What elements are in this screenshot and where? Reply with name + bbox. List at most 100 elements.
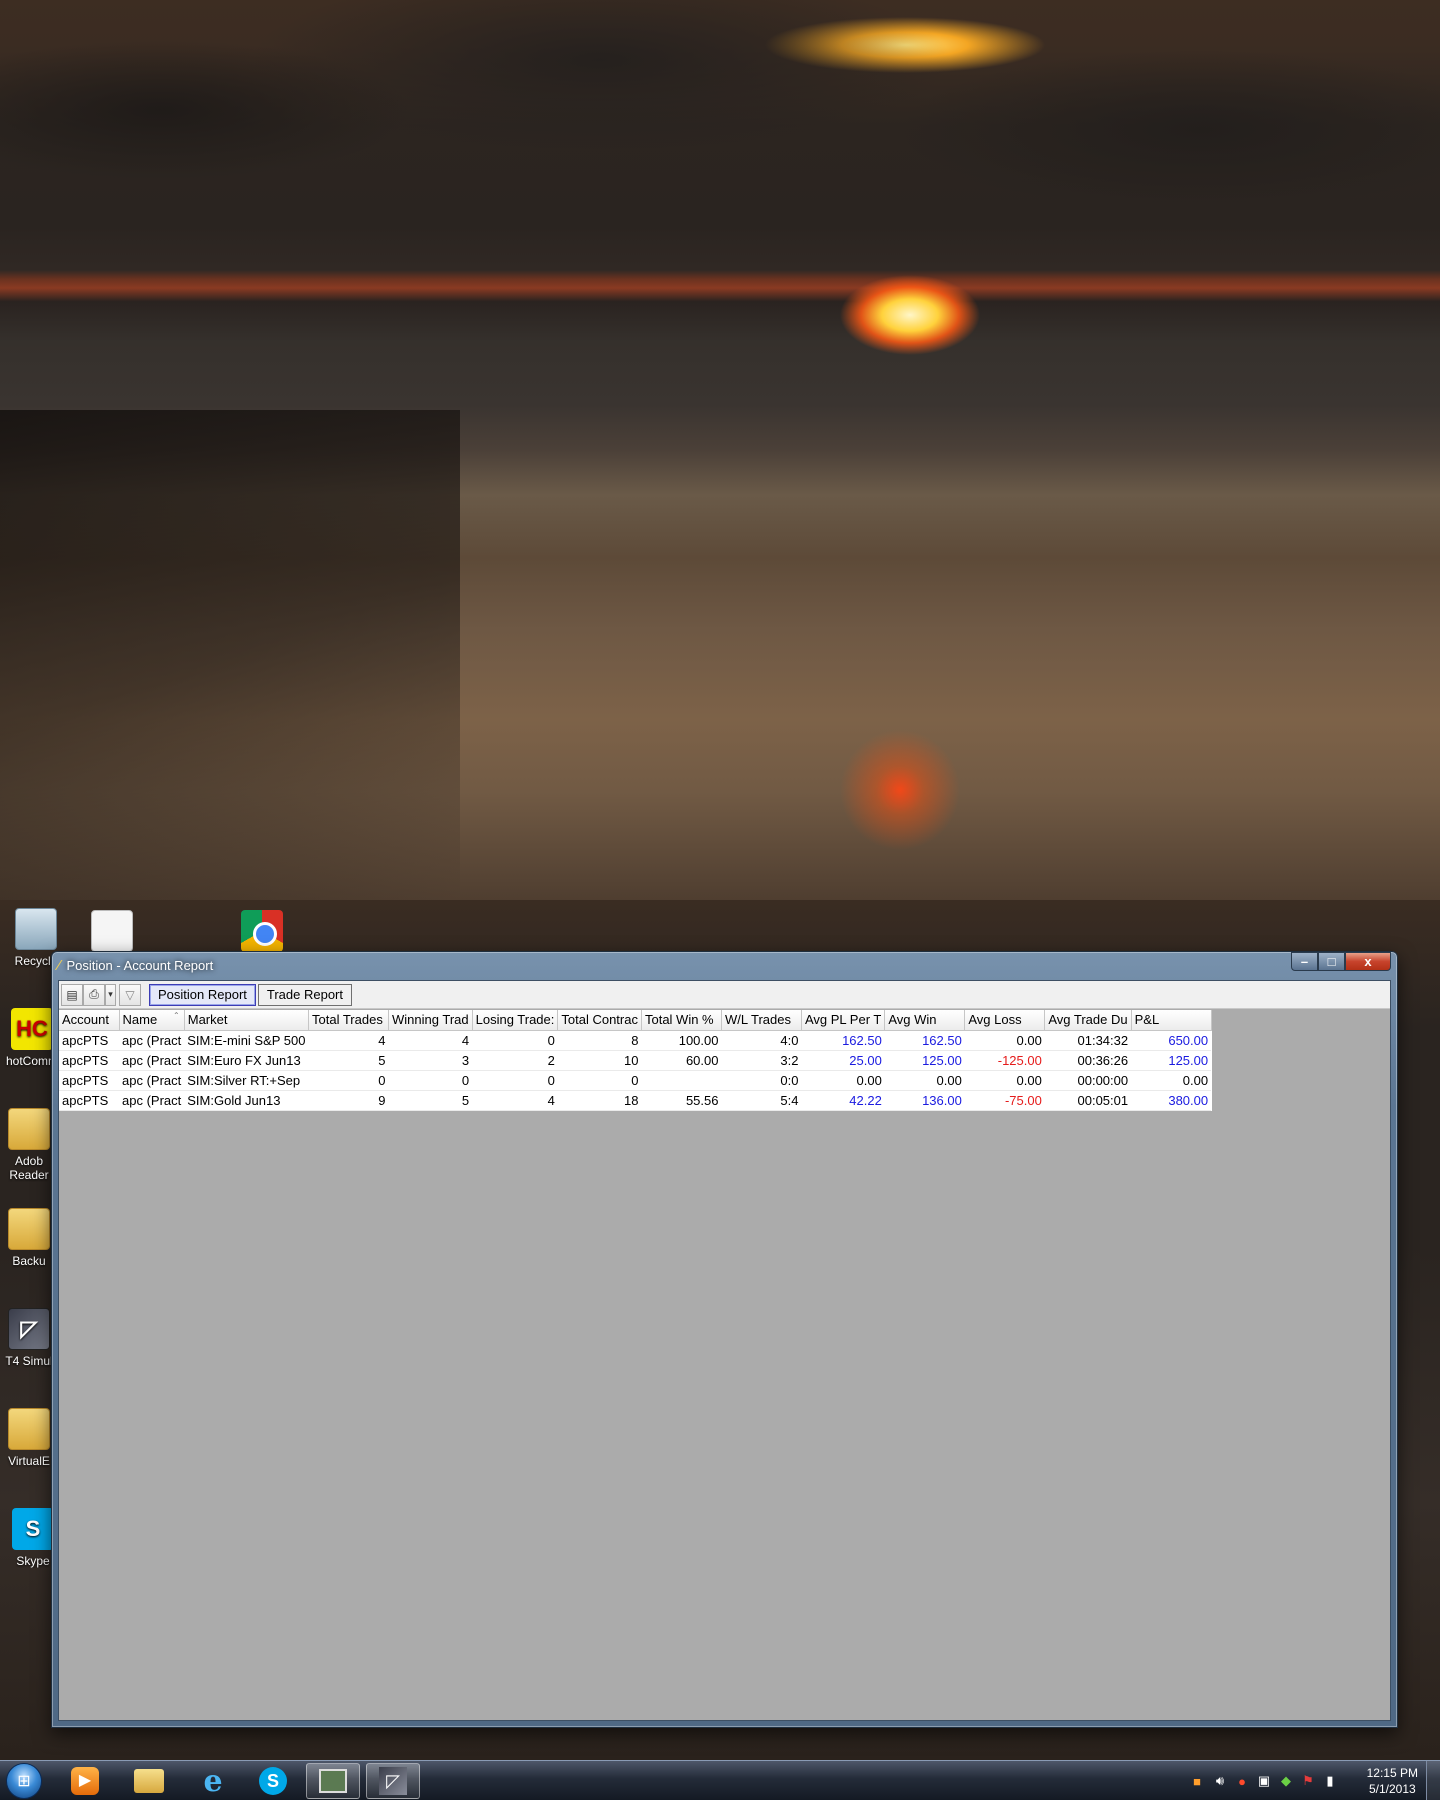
clock-time: 12:15 PM <box>1366 1766 1418 1780</box>
column-header[interactable]: Name ⌃ <box>119 1010 185 1031</box>
show-desktop-button[interactable] <box>1426 1761 1440 1800</box>
desktop-icon-adobe-reader[interactable]: Adob Reader <box>0 1108 58 1182</box>
chrome-icon <box>241 910 283 952</box>
desktop-icon-label: VirtualE <box>8 1454 50 1468</box>
table-cell: apcPTS <box>59 1090 119 1111</box>
column-header[interactable]: Account <box>59 1010 120 1031</box>
table-cell: apcPTS <box>59 1030 119 1051</box>
position-report-window[interactable]: ⁄ Position - Account Report – □ x ▤ ⎙ ▾ … <box>51 951 1398 1728</box>
table-cell: 125.00 <box>884 1050 965 1071</box>
column-header[interactable]: Avg Loss <box>964 1010 1046 1031</box>
skype-icon[interactable]: S <box>246 1763 300 1799</box>
table-cell: 2 <box>472 1050 558 1071</box>
column-header[interactable]: Total Win % <box>641 1010 722 1031</box>
tray-green-icon[interactable]: ◆ <box>1278 1773 1294 1789</box>
tab-position-report[interactable]: Position Report <box>149 983 256 1006</box>
desktop-icon-backup[interactable]: Backu <box>0 1208 58 1268</box>
table-cell: 0.00 <box>884 1070 965 1091</box>
table-cell: 380.00 <box>1131 1090 1212 1111</box>
table-cell: 0.00 <box>964 1030 1045 1051</box>
maximize-button[interactable]: □ <box>1318 952 1345 971</box>
table-cell: 0 <box>472 1070 558 1091</box>
table-cell: 5:4 <box>721 1090 802 1111</box>
column-header[interactable]: Avg PL Per T <box>801 1010 886 1031</box>
explorer-icon[interactable] <box>122 1763 176 1799</box>
position-report-grid[interactable]: Account Name ⌃ Market Total Trades Winning Tr… <box>59 1010 1212 1111</box>
media-player-icon[interactable]: ▶ <box>58 1763 112 1799</box>
hotcomm-icon: HC <box>11 1008 53 1050</box>
internet-explorer-icon[interactable]: e <box>186 1763 240 1799</box>
window-title-bar[interactable]: ⁄ Position - Account Report – □ x <box>52 952 1397 978</box>
power-icon[interactable]: ▮ <box>1322 1773 1338 1789</box>
window-title: Position - Account Report <box>66 957 214 973</box>
table-cell: 60.00 <box>641 1050 722 1071</box>
t4-simulator-icon[interactable]: ◸ <box>366 1763 420 1799</box>
table-cell <box>641 1070 722 1091</box>
report-toolbar: ▤ ⎙ ▾ ▽ Position Report Trade Report <box>59 981 1390 1009</box>
column-header[interactable]: Losing Trade: <box>472 1010 559 1031</box>
recycle-bin-icon <box>15 908 57 950</box>
app-title-icon: ⁄ <box>58 956 61 974</box>
folder-icon <box>8 1408 50 1450</box>
clock-date: 5/1/2013 <box>1368 1782 1416 1796</box>
desktop-icon-chrome[interactable] <box>230 910 294 956</box>
action-center-flag-icon[interactable]: ⚑ <box>1300 1773 1316 1789</box>
table-cell: 01:34:32 <box>1044 1030 1132 1051</box>
desktop-icon-t4-simulator[interactable]: ◸ T4 Simul <box>0 1308 58 1368</box>
table-cell: 136.00 <box>884 1090 965 1111</box>
table-row[interactable]: apcPTS apc (Pract SIM:E-mini S&P 500 4 4 0 8 10… <box>59 1030 1212 1051</box>
table-cell: 8 <box>557 1030 642 1051</box>
table-cell: 0 <box>557 1070 642 1091</box>
table-cell: 0.00 <box>801 1070 885 1091</box>
column-header[interactable]: Total Contrac <box>557 1010 642 1031</box>
tab-trade-report[interactable]: Trade Report <box>257 983 352 1006</box>
table-row[interactable]: apcPTS apc (Pract SIM:Silver RT:+Sep 0 0 0 0 0:… <box>59 1070 1212 1091</box>
table-cell: SIM:E-mini S&P 500 <box>184 1030 309 1051</box>
column-header[interactable]: Market <box>184 1010 310 1031</box>
column-header[interactable]: P&L <box>1131 1010 1212 1031</box>
column-header[interactable]: Total Trades <box>308 1010 390 1031</box>
tray-red-icon[interactable]: ● <box>1234 1773 1250 1789</box>
table-cell: 3 <box>388 1050 473 1071</box>
table-cell: apc (Pract <box>119 1090 185 1111</box>
wallpaper-beach-shadow <box>0 410 460 900</box>
document-icon <box>91 910 133 952</box>
close-button[interactable]: x <box>1345 952 1391 971</box>
table-cell: 5 <box>388 1090 473 1111</box>
table-row[interactable]: apcPTS apc (Pract SIM:Gold Jun13 9 5 4 18 55.56… <box>59 1090 1212 1111</box>
filter-icon[interactable]: ▽ <box>119 983 141 1006</box>
skype-icon: S <box>12 1508 54 1550</box>
print-icon[interactable]: ⎙ <box>83 983 105 1006</box>
table-cell: 42.22 <box>801 1090 885 1111</box>
table-cell: 5 <box>308 1050 389 1071</box>
system-clock[interactable]: 12:15 PM 5/1/2013 <box>1367 1765 1418 1797</box>
table-cell: 100.00 <box>641 1030 722 1051</box>
table-row[interactable]: apcPTS apc (Pract SIM:Euro FX Jun13 5 3 2 10 60… <box>59 1050 1212 1071</box>
table-cell: 00:00:00 <box>1044 1070 1132 1091</box>
column-header[interactable]: Winning Trad <box>388 1010 473 1031</box>
volume-icon[interactable]: 🔊︎ <box>1212 1773 1228 1789</box>
column-header[interactable]: Avg Win <box>884 1010 966 1031</box>
folder-icon <box>8 1208 50 1250</box>
table-cell: 9 <box>308 1090 389 1111</box>
table-cell: 650.00 <box>1131 1030 1212 1051</box>
table-cell: 0.00 <box>964 1070 1045 1091</box>
table-cell: 00:05:01 <box>1044 1090 1132 1111</box>
table-cell: apc (Pract <box>119 1050 185 1071</box>
desktop-icon-virtual[interactable]: VirtualE <box>0 1408 58 1468</box>
properties-icon[interactable]: ▤ <box>61 983 83 1006</box>
dropdown-arrow-icon[interactable]: ▾ <box>105 983 116 1006</box>
t4-app-icon[interactable] <box>306 1763 360 1799</box>
column-header[interactable]: Avg Trade Du <box>1044 1010 1132 1031</box>
table-cell: apcPTS <box>59 1050 119 1071</box>
tray-orange-icon[interactable]: ■ <box>1189 1773 1205 1789</box>
start-button[interactable]: ⊞ <box>6 1763 42 1799</box>
column-header[interactable]: W/L Trades <box>721 1010 802 1031</box>
desktop-icon-document[interactable] <box>80 910 144 956</box>
table-cell: -125.00 <box>964 1050 1045 1071</box>
table-cell: 25.00 <box>801 1050 885 1071</box>
minimize-button[interactable]: – <box>1291 952 1318 971</box>
network-icon[interactable]: ▣ <box>1256 1773 1272 1789</box>
grid-header-row: Account Name ⌃ Market Total Trades Winning Tr… <box>59 1010 1212 1031</box>
table-cell: 0 <box>388 1070 473 1091</box>
